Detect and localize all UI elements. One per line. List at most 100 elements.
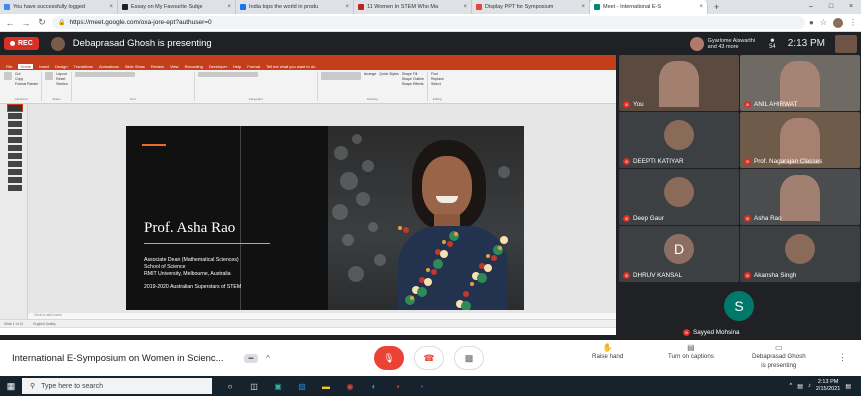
copy-button[interactable]: Copy <box>15 77 38 81</box>
format-painter-button[interactable]: Format Painter <box>15 82 38 86</box>
word-icon[interactable]: ▪ <box>414 379 430 393</box>
close-tab-icon[interactable]: × <box>699 4 703 10</box>
close-tab-icon[interactable]: × <box>109 4 113 10</box>
other-participants[interactable]: Gyarlome Aiswarthi and 43 more <box>689 36 755 51</box>
arrange-button[interactable]: Arrange <box>364 72 376 86</box>
participant-tile[interactable]: S ⊘ Sayyed Mohsina <box>679 283 799 339</box>
new-slide-icon[interactable] <box>45 72 54 80</box>
participant-tile[interactable]: ⊘ Akansha Singh <box>740 226 860 282</box>
ppt-tab[interactable]: File <box>6 64 12 69</box>
shape-effects-button[interactable]: Shape Effects <box>402 82 424 86</box>
shapes-gallery[interactable] <box>320 72 361 80</box>
reload-icon[interactable]: ↻ <box>36 17 48 28</box>
ppt-tab[interactable]: Help <box>233 64 241 69</box>
leave-call-button[interactable]: ☎ <box>414 346 444 370</box>
participant-tile[interactable]: ⊘ You <box>619 55 739 111</box>
tray-chevron-icon[interactable]: ^ <box>789 383 792 389</box>
close-tab-icon[interactable]: × <box>581 4 585 10</box>
select-button[interactable]: Select <box>431 82 444 86</box>
star-icon[interactable]: ☆ <box>820 18 827 27</box>
close-tab-icon[interactable]: × <box>227 4 231 10</box>
find-button[interactable]: Find <box>431 72 444 76</box>
camera-button[interactable]: ▩ <box>454 346 484 370</box>
browser-tab[interactable]: Display PPT for Symposium × <box>472 0 590 14</box>
volume-icon[interactable]: ♪ <box>808 383 811 389</box>
raise-hand-button[interactable]: ✋ Raise hand <box>592 344 623 361</box>
slide-thumbnail[interactable] <box>0 112 27 120</box>
close-window-icon[interactable]: × <box>841 0 861 14</box>
slide-thumbnail[interactable] <box>0 160 27 168</box>
slide-thumbnail[interactable] <box>0 176 27 184</box>
ppt-tab[interactable]: Design <box>55 64 67 69</box>
paste-icon[interactable] <box>4 72 12 80</box>
ppt-tab[interactable]: Developer <box>209 64 227 69</box>
close-tab-icon[interactable]: × <box>463 4 467 10</box>
menu-dots-icon[interactable]: ⋮ <box>849 18 857 27</box>
slide-thumbnail[interactable] <box>0 168 27 176</box>
browser-tab[interactable]: India tops the world in produ × <box>236 0 354 14</box>
notifications-icon[interactable]: ▤ <box>845 383 851 390</box>
browser-tab[interactable]: You have successfully logged × <box>0 0 118 14</box>
back-icon[interactable]: ← <box>4 18 16 28</box>
slide[interactable]: Prof. Asha Rao Associate Dean (Mathemati… <box>126 126 524 310</box>
powerpoint-icon[interactable]: ▪ <box>390 379 406 393</box>
system-clock[interactable]: 2:13 PM 2/15/2021 <box>816 379 840 393</box>
minimize-icon[interactable]: – <box>801 0 821 14</box>
font-box[interactable] <box>74 72 135 77</box>
ppt-tab[interactable]: View <box>170 64 179 69</box>
captions-button[interactable]: ▤ Turn on captions <box>668 344 714 361</box>
more-options-icon[interactable]: ⋮ <box>838 352 847 363</box>
reset-button[interactable]: Reset <box>56 77 68 81</box>
ppt-tab[interactable]: Transitions <box>74 64 93 69</box>
ppt-tab[interactable]: Home <box>18 64 34 69</box>
replace-button[interactable]: Replace <box>431 77 444 81</box>
slide-thumbnail[interactable] <box>0 144 27 152</box>
layout-button[interactable]: Layout <box>56 72 68 76</box>
participants-button[interactable]: ☻ 54 <box>769 38 776 50</box>
participant-tile[interactable]: ⊘ ANIL AHIRWAT <box>740 55 860 111</box>
file-explorer-icon[interactable]: ▬ <box>318 379 334 393</box>
ppt-tab[interactable]: Animations <box>99 64 119 69</box>
new-tab-icon[interactable]: + <box>708 0 725 14</box>
store-app-icon[interactable]: ▣ <box>270 379 286 393</box>
mic-off-button[interactable]: 🎙 <box>374 346 404 370</box>
slide-thumbnail[interactable] <box>0 136 27 144</box>
ppt-tab[interactable]: Review <box>151 64 164 69</box>
task-view-icon[interactable]: ◫ <box>246 379 262 393</box>
taskbar-search[interactable]: ⚲ Type here to search <box>22 378 212 394</box>
paragraph-controls[interactable] <box>197 72 258 77</box>
edge-icon[interactable]: ◐ <box>366 379 382 393</box>
quick-styles-button[interactable]: Quick Styles <box>379 72 398 86</box>
participant-tile[interactable]: ⊘ Deep Gaur <box>619 169 739 225</box>
chevron-up-icon[interactable]: ^ <box>266 354 270 363</box>
participant-tile[interactable]: D ⊘ DHRUV KANSAL <box>619 226 739 282</box>
profile-avatar[interactable] <box>833 17 843 28</box>
participant-tile[interactable]: ⊘ Asha Rao <box>740 169 860 225</box>
maximize-icon[interactable]: □ <box>821 0 841 14</box>
chrome-icon[interactable]: ◉ <box>342 379 358 393</box>
ppt-tab[interactable]: Insert <box>39 64 49 69</box>
presenting-button[interactable]: ▭ Debaprasad Ghosh is presenting <box>752 344 806 370</box>
forward-icon[interactable]: → <box>20 18 32 28</box>
ppt-tab[interactable]: Recording <box>185 64 203 69</box>
slide-thumbnail[interactable] <box>0 104 27 112</box>
slide-thumbnail[interactable] <box>0 128 27 136</box>
cut-button[interactable]: Cut <box>15 72 38 76</box>
shape-fill-button[interactable]: Shape Fill <box>402 72 424 76</box>
section-button[interactable]: Section <box>56 82 68 86</box>
cortana-icon[interactable]: ○ <box>222 379 238 393</box>
ppt-tab[interactable]: Tell me what you want to do <box>266 64 315 69</box>
ppt-tab[interactable]: Format <box>247 64 260 69</box>
close-tab-icon[interactable]: × <box>345 4 349 10</box>
browser-tab[interactable]: 11 Women In STEM Who Ma × <box>354 0 472 14</box>
meeting-title[interactable]: International E-Symposium on Women in Sc… <box>12 353 240 364</box>
slide-thumbnail[interactable] <box>0 184 27 192</box>
camera-icon[interactable]: ● <box>809 18 814 27</box>
slide-thumbnail[interactable] <box>0 120 27 128</box>
slide-thumbnail[interactable] <box>0 152 27 160</box>
ppt-tab[interactable]: Slide Show <box>125 64 145 69</box>
store-bag-icon[interactable]: ▨ <box>294 379 310 393</box>
browser-tab[interactable]: Essay on My Favourite Subje × <box>118 0 236 14</box>
address-bar[interactable]: 🔒 https://meet.google.com/oxa-jore-ept?a… <box>52 16 805 29</box>
shape-outline-button[interactable]: Shape Outline <box>402 77 424 81</box>
